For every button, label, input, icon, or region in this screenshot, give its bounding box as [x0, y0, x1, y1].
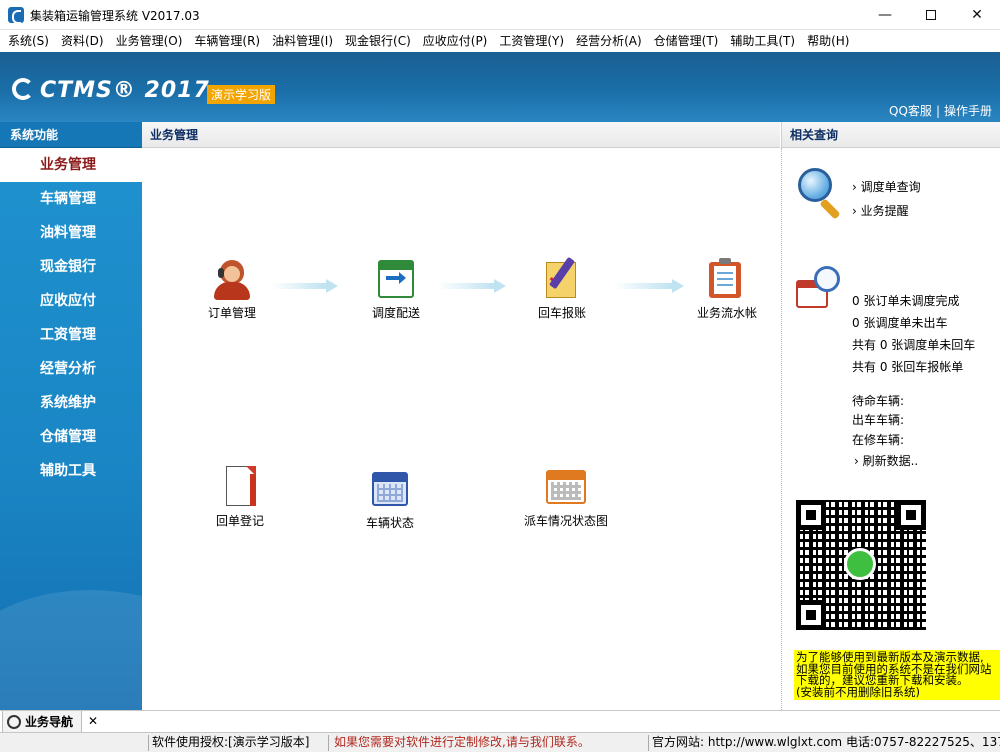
- business-nav-tab[interactable]: 业务导航: [2, 711, 83, 733]
- header-banner: CTMS® 2017 演示学习版 QQ客服 | 操作手册: [0, 52, 1000, 122]
- sidebar-item-maintenance[interactable]: 系统维护: [0, 386, 142, 420]
- sidebar-item-fuel[interactable]: 油料管理: [0, 216, 142, 250]
- dispatch-query-link[interactable]: › 调度单查询: [852, 178, 921, 195]
- business-reminder-link[interactable]: › 业务提醒: [852, 202, 909, 219]
- return-account-label: 回车报账: [537, 306, 586, 320]
- sidebar-header: 系统功能: [0, 122, 142, 148]
- repair-vehicles: 在修车辆:: [852, 433, 905, 447]
- status-divider: [328, 735, 329, 751]
- close-button[interactable]: ✕: [954, 0, 1000, 30]
- sidebar: 系统功能 业务管理 车辆管理 油料管理 现金银行 应收应付 工资管理 经营分析 …: [0, 122, 220, 740]
- ctms-logo-icon: [12, 78, 34, 100]
- manual-link[interactable]: 操作手册: [944, 104, 992, 118]
- vehicle-calendar-icon: [368, 466, 412, 510]
- flow-arrow: [614, 279, 684, 293]
- maximize-icon: [926, 10, 936, 20]
- dispatch-calendar-icon: [374, 256, 418, 300]
- order-management-label: 订单管理: [207, 306, 256, 320]
- flow-arrow: [438, 279, 506, 293]
- magnifier-icon: [796, 166, 844, 220]
- license-status: 软件使用授权:[演示学习版本]: [152, 735, 310, 749]
- menu-tools[interactable]: 辅助工具(T): [724, 30, 801, 52]
- business-journal-label: 业务流水帐: [696, 306, 757, 320]
- related-query-panel: › 调度单查询 › 业务提醒 0 张订单未调度完成 0 张调度单未出车 共有 0…: [781, 148, 1000, 710]
- close-tab-button[interactable]: ✕: [88, 714, 98, 728]
- update-notice: 为了能够使用到最新版本及演示数据, 如果您目前使用的系统不是在我们网站 下载的，…: [794, 650, 1000, 700]
- dispatch-status-chart-button[interactable]: 派车情况状态图: [516, 464, 616, 529]
- standby-vehicles: 待命车辆:: [852, 394, 905, 408]
- sidebar-item-tools[interactable]: 辅助工具: [0, 454, 142, 488]
- app-logo-icon: [8, 7, 24, 24]
- sidebar-item-cash-bank[interactable]: 现金银行: [0, 250, 142, 284]
- window-title: 集装箱运输管理系统 V2017.03: [30, 9, 200, 23]
- business-journal-button[interactable]: 业务流水帐: [677, 256, 777, 321]
- link-separator: |: [935, 104, 940, 118]
- center-panel-title: 业务管理: [142, 122, 780, 148]
- minimize-button[interactable]: —: [862, 0, 908, 30]
- menu-fuel[interactable]: 油料管理(I): [266, 30, 339, 52]
- status-divider: [148, 735, 149, 751]
- dispatch-status-chart-label: 派车情况状态图: [523, 514, 608, 528]
- sidebar-item-analysis[interactable]: 经营分析: [0, 352, 142, 386]
- website-contact: 官方网站: http://www.wlglxt.com 电话:0757-8222…: [652, 735, 1000, 749]
- notice-line: (安装前不用删除旧系统): [796, 684, 920, 699]
- schedule-calendar-icon: [544, 464, 588, 508]
- menu-payroll[interactable]: 工资管理(Y): [493, 30, 570, 52]
- title-bar: 集装箱运输管理系统 V2017.03 — ✕: [0, 0, 1000, 30]
- return-account-button[interactable]: 回车报账: [512, 256, 612, 321]
- sidebar-item-receivable-payable[interactable]: 应收应付: [0, 284, 142, 318]
- refresh-data-link[interactable]: › 刷新数据..: [854, 452, 918, 469]
- dispatch-label: 调度配送: [371, 306, 420, 320]
- status-bar: 软件使用授权:[演示学习版本] 如果您需要对软件进行定制修改,请与我们联系。 官…: [0, 732, 1000, 752]
- stat-dispatch-not-departed: 0 张调度单未出车: [852, 316, 948, 330]
- banner-links: QQ客服 | 操作手册: [889, 102, 992, 119]
- wechat-icon: [844, 548, 876, 580]
- dispatch-button[interactable]: 调度配送: [346, 256, 446, 321]
- maximize-button[interactable]: [908, 0, 954, 30]
- sidebar-item-warehouse[interactable]: 仓储管理: [0, 420, 142, 454]
- stat-orders-undispatched: 0 张订单未调度完成: [852, 294, 960, 308]
- product-logo-text: CTMS® 2017: [40, 78, 210, 103]
- document-icon: [218, 464, 262, 508]
- calendar-clock-icon: [796, 266, 844, 312]
- compass-icon: [7, 715, 21, 729]
- menu-data[interactable]: 资料(D): [55, 30, 110, 52]
- vehicle-status-button[interactable]: 车辆状态: [340, 466, 440, 531]
- wechat-qr-code: [796, 500, 926, 630]
- status-divider: [648, 735, 649, 751]
- menu-vehicle[interactable]: 车辆管理(R): [188, 30, 266, 52]
- outgoing-vehicles: 出车车辆:: [852, 413, 905, 427]
- menu-warehouse[interactable]: 仓储管理(T): [648, 30, 725, 52]
- menu-system[interactable]: 系统(S): [2, 30, 55, 52]
- qq-support-link[interactable]: QQ客服: [889, 104, 932, 118]
- receipt-registration-label: 回单登记: [215, 514, 264, 528]
- menu-bar: 系统(S) 资料(D) 业务管理(O) 车辆管理(R) 油料管理(I) 现金银行…: [0, 30, 1000, 52]
- clipboard-pen-icon: [540, 256, 584, 300]
- menu-business[interactable]: 业务管理(O): [110, 30, 189, 52]
- customer-service-icon: [210, 256, 254, 300]
- edition-badge: 演示学习版: [207, 85, 276, 104]
- menu-cash-bank[interactable]: 现金银行(C): [339, 30, 417, 52]
- order-management-button[interactable]: 订单管理: [182, 256, 282, 321]
- flow-arrow: [272, 279, 338, 293]
- business-nav-label: 业务导航: [25, 715, 74, 729]
- sidebar-item-vehicle[interactable]: 车辆管理: [0, 182, 142, 216]
- business-flow-panel: 订单管理 调度配送 回车报账 业务流水帐 回单登记 车辆状态 派车情况状态图: [142, 148, 780, 710]
- stat-dispatch-not-returned: 共有 0 张调度单未回车: [852, 338, 976, 352]
- receipt-registration-button[interactable]: 回单登记: [190, 464, 290, 529]
- sidebar-item-business[interactable]: 业务管理: [0, 148, 142, 182]
- bottom-navigation: 业务导航 ✕: [0, 710, 1000, 733]
- menu-receivable-payable[interactable]: 应收应付(P): [417, 30, 494, 52]
- menu-help[interactable]: 帮助(H): [801, 30, 855, 52]
- vehicle-status-label: 车辆状态: [365, 516, 414, 530]
- sidebar-item-payroll[interactable]: 工资管理: [0, 318, 142, 352]
- menu-analysis[interactable]: 经营分析(A): [570, 30, 648, 52]
- related-query-title: 相关查询: [781, 122, 1000, 148]
- stat-return-accounts: 共有 0 张回车报帐单: [852, 360, 964, 374]
- customization-notice: 如果您需要对软件进行定制修改,请与我们联系。: [334, 735, 590, 749]
- ledger-clipboard-icon: [705, 256, 749, 300]
